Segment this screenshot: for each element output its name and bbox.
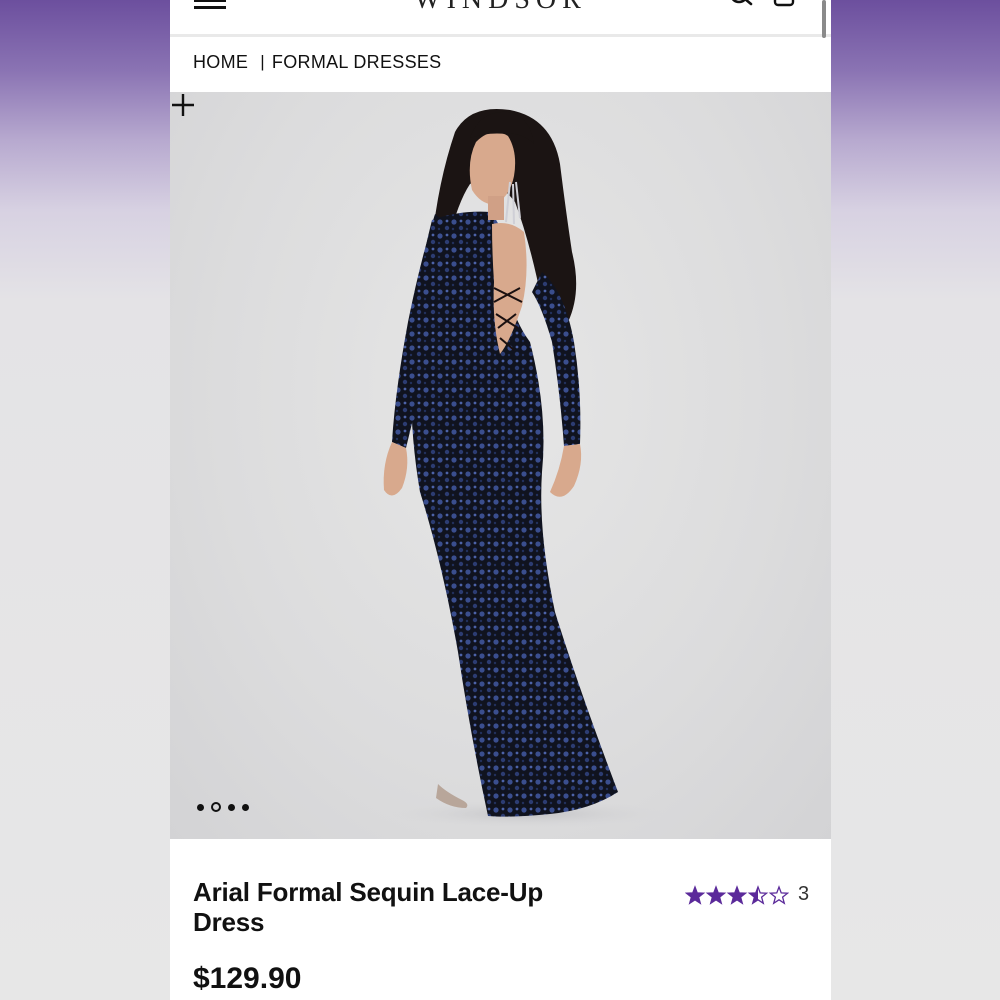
review-count[interactable]: 3 [798, 883, 809, 906]
carousel-dot[interactable] [228, 803, 235, 811]
product-title: Arial Formal Sequin Lace-Up Dress [193, 877, 544, 937]
product-rating[interactable]: 3 [685, 883, 809, 906]
carousel-dot-active[interactable] [211, 802, 221, 812]
breadcrumb-formal-dresses[interactable]: FORMAL DRESSES [272, 52, 442, 73]
product-image[interactable] [170, 92, 831, 839]
phone-screen: WINDSOR HOME | FORMAL DRESSES [170, 0, 831, 1000]
breadcrumb-separator: | [260, 52, 265, 71]
shopping-bag-icon[interactable] [770, 0, 798, 10]
scrollbar[interactable] [822, 0, 826, 38]
site-header: WINDSOR [170, 0, 831, 38]
dress-photo [383, 108, 670, 828]
breadcrumb: HOME | FORMAL DRESSES [193, 50, 442, 74]
breadcrumb-home[interactable]: HOME [193, 52, 248, 73]
plus-icon[interactable] [170, 92, 196, 118]
star-full-icon [685, 884, 706, 905]
carousel-dots[interactable] [197, 802, 249, 812]
carousel-dot[interactable] [242, 803, 249, 811]
product-price: $129.90 [193, 962, 302, 995]
search-icon[interactable] [728, 0, 754, 10]
carousel-dot[interactable] [197, 803, 204, 811]
star-full-icon [726, 884, 748, 905]
star-empty-icon [768, 884, 789, 905]
star-full-icon [705, 884, 727, 905]
rating-stars [685, 884, 789, 905]
